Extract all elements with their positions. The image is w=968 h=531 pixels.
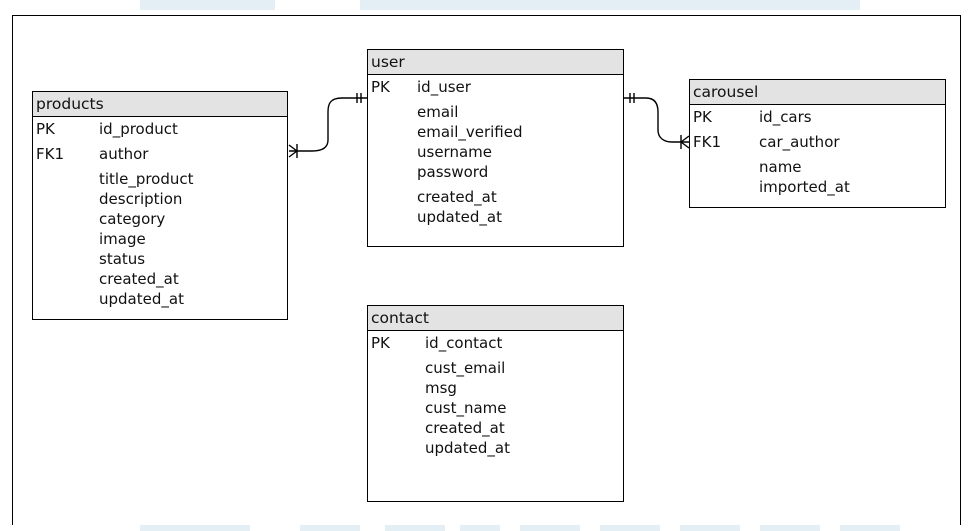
relationship-user-products (288, 93, 367, 158)
relationship-lines (288, 93, 690, 158)
relationship-user-carousel (624, 93, 690, 149)
